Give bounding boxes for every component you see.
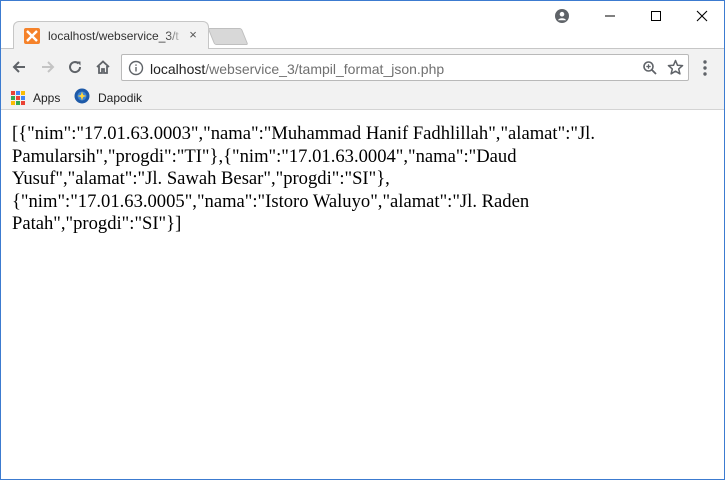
bookmark-apps[interactable]: Apps — [11, 88, 60, 108]
home-icon[interactable] — [91, 55, 115, 79]
browser-window: localhost/webservice_3/t × localhost/web… — [0, 0, 725, 480]
bookmarks-bar: Apps Dapodik — [1, 86, 724, 110]
address-bar[interactable]: localhost/webservice_3/tampil_format_jso… — [121, 54, 689, 81]
url-host: localhost — [150, 61, 206, 77]
json-output-text: [{"nim":"17.01.63.0003","nama":"Muhammad… — [12, 123, 595, 234]
url-text[interactable]: localhost/webservice_3/tampil_format_jso… — [150, 61, 444, 77]
forward-arrow-icon[interactable] — [36, 55, 60, 79]
browser-tab[interactable]: localhost/webservice_3/t × — [13, 21, 209, 49]
bookmark-label: Apps — [33, 91, 61, 105]
zoom-icon[interactable] — [642, 60, 658, 81]
close-window-icon[interactable] — [687, 5, 717, 27]
bookmark-star-icon[interactable] — [667, 59, 684, 81]
minimize-icon[interactable] — [595, 5, 625, 27]
tab-title-fade — [166, 26, 184, 46]
dapodik-logo-icon — [74, 88, 90, 109]
reload-icon[interactable] — [63, 55, 87, 79]
page-content: [{"nim":"17.01.63.0003","nama":"Muhammad… — [1, 111, 724, 479]
bookmark-label: Dapodik — [98, 91, 143, 105]
back-arrow-icon[interactable] — [7, 55, 31, 79]
bookmark-dapodik[interactable]: Dapodik — [74, 88, 142, 108]
profile-icon[interactable] — [547, 5, 577, 27]
title-bar: localhost/webservice_3/t × — [1, 1, 724, 49]
xampp-icon — [24, 28, 40, 44]
menu-icon[interactable] — [696, 58, 714, 78]
apps-grid-icon — [11, 91, 25, 105]
browser-toolbar: localhost/webservice_3/tampil_format_jso… — [1, 48, 724, 86]
new-tab-button[interactable] — [207, 28, 249, 45]
tab-title: localhost/webservice_3/t — [48, 29, 179, 43]
maximize-icon[interactable] — [641, 5, 671, 27]
info-icon[interactable] — [128, 60, 144, 81]
url-path: /webservice_3/tampil_format_json.php — [205, 61, 445, 77]
close-tab-icon[interactable]: × — [186, 28, 200, 42]
